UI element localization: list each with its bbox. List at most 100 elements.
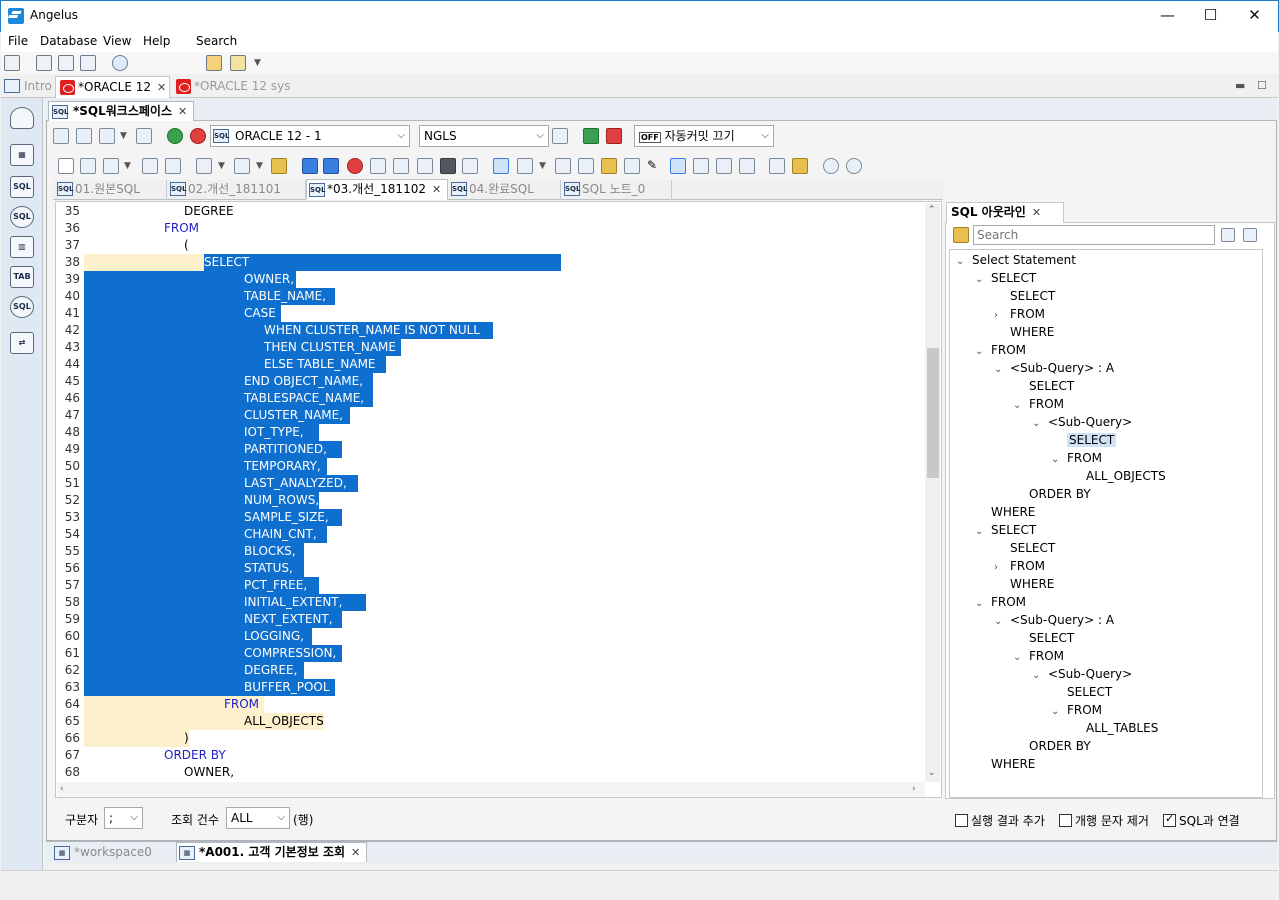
variables-icon[interactable] bbox=[624, 158, 640, 174]
sql-editor-icon[interactable]: SQL bbox=[10, 176, 34, 198]
code-line[interactable]: 52 NUM_ROWS, bbox=[56, 492, 922, 509]
tab-oracle-12-sys[interactable]: *ORACLE 12 sys bbox=[172, 76, 290, 98]
scroll-down-icon[interactable]: ⌄ bbox=[928, 768, 936, 778]
home-icon[interactable] bbox=[165, 158, 181, 174]
code-line[interactable]: 61 COMPRESSION, bbox=[56, 645, 922, 662]
menu-view[interactable]: View bbox=[103, 34, 131, 48]
autocommit-select[interactable]: OFF 자동커밋 끄기 ⌵ bbox=[634, 125, 774, 147]
chevron-down-icon[interactable]: ⌄ bbox=[1013, 397, 1029, 415]
sql-find-icon[interactable]: SQL bbox=[10, 296, 34, 318]
horizontal-scrollbar[interactable] bbox=[57, 782, 925, 797]
tab-01-original-sql[interactable]: SQL 01.원본SQL bbox=[55, 180, 167, 200]
link-sql-option[interactable]: SQL과 연결 bbox=[1163, 812, 1240, 829]
menu-database[interactable]: Database bbox=[40, 34, 97, 48]
code-line[interactable]: 36 FROM bbox=[56, 220, 922, 237]
tree-node[interactable]: ⌄ FROM bbox=[1013, 647, 1064, 665]
code-line[interactable]: 51 LAST_ANALYZED, bbox=[56, 475, 922, 492]
code-line[interactable]: 65 ALL_OBJECTS bbox=[56, 713, 922, 730]
tree-node[interactable]: WHERE bbox=[975, 503, 1035, 521]
tree-node[interactable]: SELECT bbox=[1013, 377, 1074, 395]
scroll-right-icon[interactable]: › bbox=[912, 784, 916, 794]
code-line[interactable]: 39 OWNER, bbox=[56, 271, 922, 288]
tab-02-improve-181101[interactable]: SQL 02.개선_181101 bbox=[168, 180, 306, 200]
code-line[interactable]: 50 TEMPORARY, bbox=[56, 458, 922, 475]
list-dropdown-icon[interactable]: ▼ bbox=[539, 161, 546, 171]
chevron-down-icon[interactable]: ⌄ bbox=[994, 613, 1010, 631]
tree-node[interactable]: ⌄ SELECT bbox=[975, 269, 1036, 287]
tree-node[interactable]: ⌄ FROM bbox=[975, 341, 1026, 359]
code-line[interactable]: 58 INITIAL_EXTENT, bbox=[56, 594, 922, 611]
code-line[interactable]: 64 FROM bbox=[56, 696, 922, 713]
grid-layout-icon[interactable] bbox=[103, 158, 119, 174]
chevron-down-icon[interactable]: ⌄ bbox=[1051, 451, 1067, 469]
run-icon[interactable] bbox=[323, 158, 339, 174]
tree-node[interactable]: ⌄ <Sub-Query> : A bbox=[994, 359, 1114, 377]
strip-newline-option[interactable]: 개행 문자 제거 bbox=[1059, 812, 1149, 829]
brush-icon[interactable]: ✎ bbox=[647, 158, 663, 174]
link-sql-checkbox[interactable] bbox=[1163, 812, 1176, 827]
grid-dropdown-icon[interactable]: ▼ bbox=[124, 161, 131, 171]
new-file-icon[interactable] bbox=[58, 158, 74, 174]
open-sheet-icon[interactable] bbox=[76, 128, 92, 144]
chevron-down-icon[interactable]: ⌄ bbox=[994, 361, 1010, 379]
compare-icon[interactable]: ⇄ bbox=[10, 332, 34, 354]
sql-file-icon[interactable] bbox=[58, 55, 74, 71]
commit-icon[interactable] bbox=[583, 128, 599, 144]
chevron-down-icon[interactable]: ⌄ bbox=[1032, 667, 1048, 685]
code-line[interactable]: 60 LOGGING, bbox=[56, 628, 922, 645]
tree-node[interactable]: ⌄ FROM bbox=[975, 593, 1026, 611]
chevron-down-icon[interactable]: ⌄ bbox=[975, 271, 991, 289]
run-all-icon[interactable] bbox=[302, 158, 318, 174]
code-line[interactable]: 41 CASE bbox=[56, 305, 922, 322]
uppercase-icon[interactable] bbox=[555, 158, 571, 174]
tools-icon[interactable] bbox=[234, 158, 250, 174]
code-line[interactable]: 43 THEN CLUSTER_NAME bbox=[56, 339, 922, 356]
tree-node[interactable]: SELECT bbox=[994, 287, 1055, 305]
sql-search-icon[interactable]: SQL bbox=[10, 206, 34, 228]
tree-node[interactable]: ⌄ <Sub-Query> bbox=[1032, 413, 1132, 431]
tools-dropdown-icon[interactable]: ▼ bbox=[256, 161, 263, 171]
code-line[interactable]: 53 SAMPLE_SIZE, bbox=[56, 509, 922, 526]
code-line[interactable]: 37 ( bbox=[56, 237, 922, 254]
code-line[interactable]: 42 WHEN CLUSTER_NAME IS NOT NULL bbox=[56, 322, 922, 339]
code-line[interactable]: 45 END OBJECT_NAME, bbox=[56, 373, 922, 390]
history-icon[interactable] bbox=[196, 158, 212, 174]
split-right-icon[interactable] bbox=[693, 158, 709, 174]
fetch-count-select[interactable]: ALL ⌵ bbox=[226, 807, 290, 829]
scroll-up-icon[interactable]: ⌃ bbox=[928, 205, 936, 215]
tree-node[interactable]: SELECT bbox=[1051, 431, 1117, 449]
menu-help[interactable]: Help bbox=[143, 34, 170, 48]
chevron-down-icon[interactable]: ⌄ bbox=[1032, 415, 1048, 433]
tree-node[interactable]: ⌄ <Sub-Query> : A bbox=[994, 611, 1114, 629]
append-result-option[interactable]: 실행 결과 추가 bbox=[955, 812, 1045, 829]
panel-minimize-icon[interactable]: ▬ bbox=[1235, 79, 1245, 92]
rollback-icon[interactable] bbox=[606, 128, 622, 144]
menu-file[interactable]: File bbox=[8, 34, 28, 48]
outline-toggle-icon[interactable] bbox=[670, 158, 686, 174]
code-line[interactable]: 62 DEGREE, bbox=[56, 662, 922, 679]
vertical-scrollbar[interactable] bbox=[925, 203, 940, 782]
tree-node[interactable]: ⌄ Select Statement bbox=[956, 251, 1076, 269]
chevron-down-icon[interactable]: ⌄ bbox=[975, 595, 991, 613]
code-line[interactable]: 48 IOT_TYPE, bbox=[56, 424, 922, 441]
expand-all-icon[interactable] bbox=[1221, 228, 1235, 242]
connect-db-icon[interactable] bbox=[167, 128, 183, 144]
tree-node[interactable]: › FROM bbox=[994, 305, 1045, 323]
trace-icon[interactable] bbox=[393, 158, 409, 174]
clipboard-icon[interactable] bbox=[136, 128, 152, 144]
tree-node[interactable]: › FROM bbox=[994, 557, 1045, 575]
tab-oracle-12[interactable]: *ORACLE 12 ✕ bbox=[55, 76, 170, 98]
close-tab-icon[interactable]: ✕ bbox=[1032, 206, 1041, 219]
export-icon[interactable] bbox=[271, 158, 287, 174]
tree-icon[interactable] bbox=[417, 158, 433, 174]
tree-node[interactable]: SELECT bbox=[1013, 629, 1074, 647]
window-icon[interactable] bbox=[739, 158, 755, 174]
inspect-icon[interactable] bbox=[769, 158, 785, 174]
document-icon[interactable] bbox=[80, 55, 96, 71]
add-file-icon[interactable] bbox=[80, 158, 96, 174]
tree-node[interactable]: WHERE bbox=[994, 323, 1054, 341]
comment-icon[interactable] bbox=[493, 158, 509, 174]
tree-node[interactable]: ORDER BY bbox=[1013, 485, 1091, 503]
open-folder-icon[interactable] bbox=[206, 55, 222, 71]
disconnect-db-icon[interactable] bbox=[190, 128, 206, 144]
